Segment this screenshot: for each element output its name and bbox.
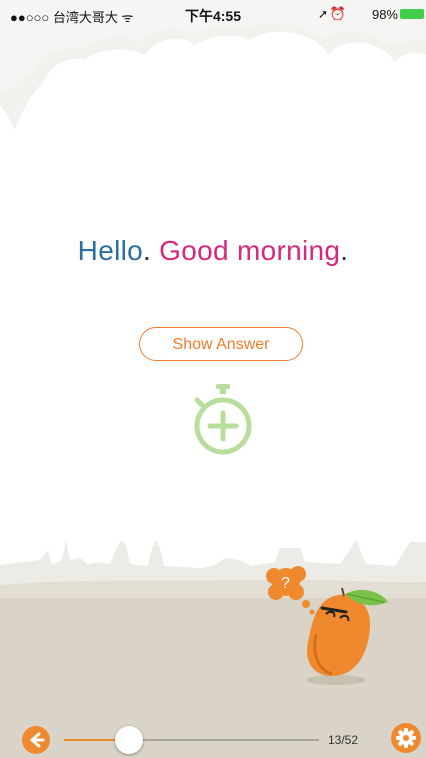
arrow-left-icon — [30, 732, 45, 748]
phrase-punct-1: . — [142, 235, 152, 266]
progress-count: 13/52 — [328, 733, 359, 747]
battery-icon — [400, 9, 424, 19]
phrase-text: Hello. Good morning. — [0, 235, 426, 267]
settings-button[interactable] — [391, 723, 421, 753]
phrase-punct-2: . — [340, 235, 349, 266]
phrase-chinese: Good morning — [159, 235, 341, 266]
gear-icon — [396, 728, 416, 748]
back-button[interactable] — [22, 726, 50, 754]
phrase-english: Hello — [77, 235, 143, 266]
stopwatch-plus-icon[interactable] — [188, 383, 258, 455]
question-bubble-icon: ? — [266, 566, 315, 615]
svg-text:?: ? — [281, 575, 290, 592]
progress-slider-track[interactable] — [129, 739, 319, 741]
status-bar: ●●○○○ 台湾大哥大 ᯤ 下午4:55 ➚ ⏰ 98% — [0, 0, 426, 28]
alarm-icon: ⏰ — [329, 6, 346, 21]
progress-slider-thumb[interactable] — [115, 726, 143, 754]
battery-percent: 98% — [371, 7, 398, 22]
show-answer-button[interactable]: Show Answer — [139, 327, 303, 361]
mango-mascot-icon: ? — [266, 566, 388, 685]
status-time: 下午4:55 — [184, 8, 242, 24]
location-arrow-icon: ➚ — [317, 7, 328, 21]
flashcard-screen: ●●○○○ 台湾大哥大 ᯤ 下午4:55 ➚ ⏰ 98% Hello. Good… — [0, 0, 426, 758]
